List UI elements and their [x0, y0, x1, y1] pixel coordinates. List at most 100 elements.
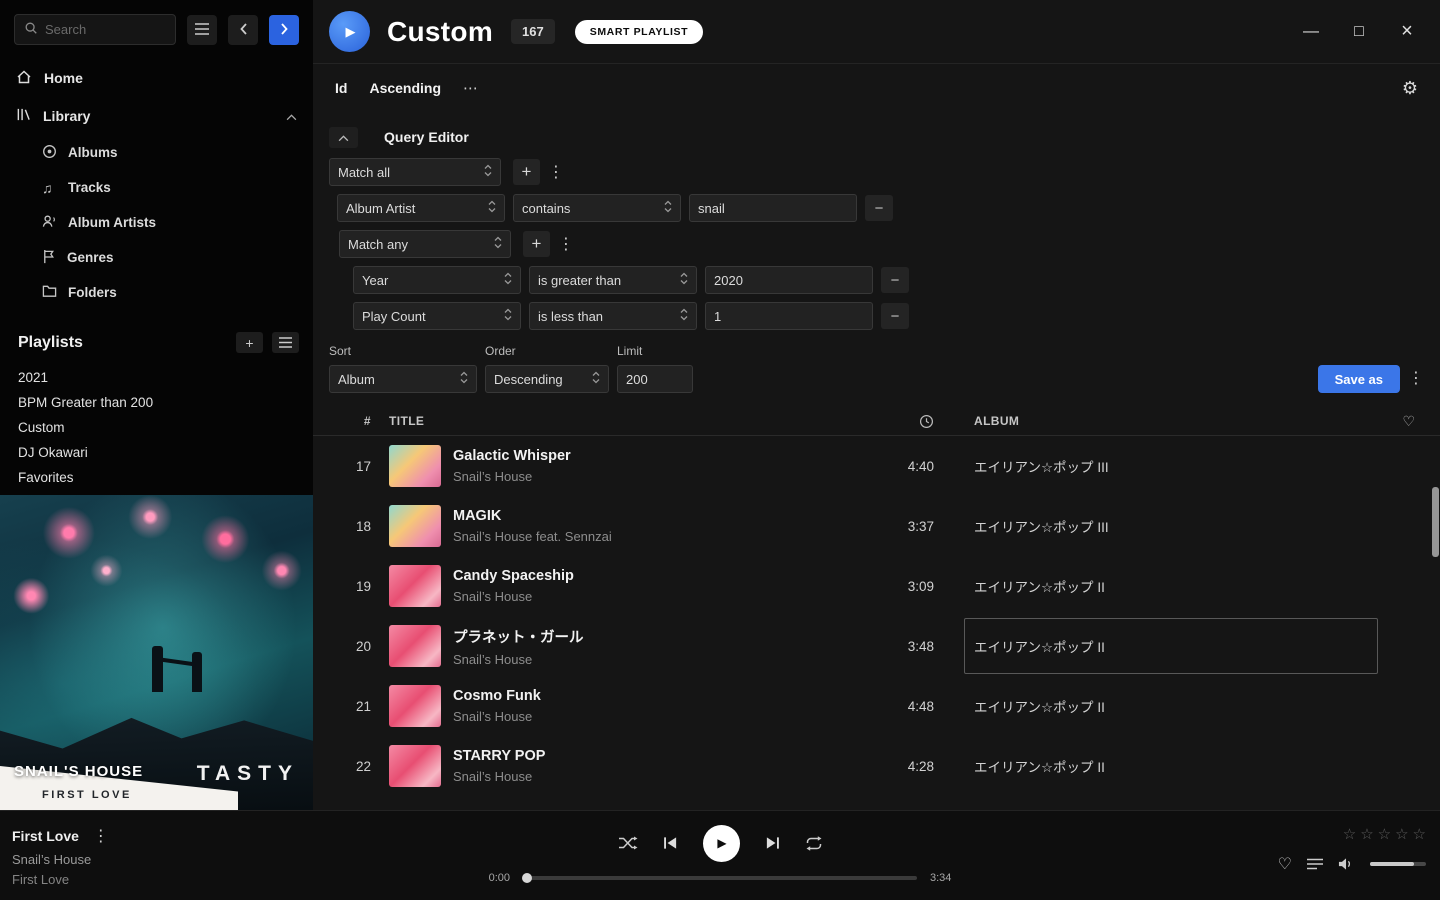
volume-icon[interactable] — [1338, 857, 1355, 871]
add-rule-button[interactable]: + — [523, 231, 550, 257]
match-type-select[interactable]: Match any — [339, 230, 511, 258]
gear-icon[interactable]: ⚙ — [1402, 78, 1418, 99]
playlist-item[interactable]: Favorites — [0, 465, 313, 490]
playlist-item[interactable]: Custom — [0, 415, 313, 440]
remove-rule-button[interactable]: − — [881, 303, 909, 329]
query-sort-select[interactable]: Album — [329, 365, 477, 393]
collapse-chevron-icon[interactable] — [286, 108, 297, 124]
close-button[interactable]: × — [1398, 20, 1416, 43]
column-album[interactable]: ALBUM — [938, 414, 1378, 428]
duration-column-clock-icon[interactable] — [858, 414, 938, 429]
track-duration: 4:28 — [858, 759, 938, 774]
save-as-button[interactable]: Save as — [1318, 365, 1400, 393]
repeat-button[interactable] — [805, 836, 823, 851]
column-number[interactable]: # — [313, 414, 389, 428]
sidebar-item-tracks[interactable]: ♫ Tracks — [0, 170, 313, 205]
playlist-list-button[interactable] — [272, 332, 299, 353]
playlist-item[interactable]: DJ Okawari — [0, 440, 313, 465]
track-duration: 4:48 — [858, 699, 938, 714]
sidebar: Home Library Albums ♫ Tracks — [0, 0, 313, 810]
star-icon[interactable]: ☆ — [1395, 825, 1408, 843]
player-center: ▶ 0:00 3:34 — [480, 823, 960, 884]
sidebar-item-album-artists[interactable]: Album Artists — [0, 205, 313, 240]
star-icon[interactable]: ☆ — [1378, 825, 1391, 843]
rule-value-input[interactable] — [705, 266, 873, 294]
save-menu-button[interactable]: ⋮ — [1408, 368, 1424, 388]
star-icon[interactable]: ☆ — [1413, 825, 1426, 843]
minimize-button[interactable]: — — [1302, 23, 1320, 41]
playlist-item[interactable]: BPM Greater than 200 — [0, 390, 313, 415]
table-row[interactable]: 21 Cosmo Funk Snail’s House 4:48 エイリアン☆ポ… — [313, 676, 1440, 736]
play-icon: ▶ — [717, 836, 726, 850]
track-album-focused-cell[interactable]: エイリアン☆ポップ II — [938, 616, 1378, 676]
remove-rule-button[interactable]: − — [865, 195, 893, 221]
play-playlist-button[interactable]: ▶ — [329, 11, 370, 52]
seek-handle[interactable] — [522, 873, 532, 883]
add-playlist-button[interactable]: + — [236, 332, 263, 353]
minus-icon: − — [891, 308, 900, 325]
nav-back-button[interactable] — [228, 15, 258, 45]
plus-icon: + — [245, 335, 253, 351]
playlist-header: ▶ Custom 167 SMART PLAYLIST — □ × — [313, 0, 1440, 64]
match-type-select[interactable]: Match all — [329, 158, 501, 186]
sidebar-item-library[interactable]: Library — [0, 97, 313, 135]
menu-button[interactable] — [187, 15, 217, 45]
sidebar-item-home[interactable]: Home — [0, 59, 313, 97]
sidebar-item-label: Folders — [68, 285, 117, 300]
table-row[interactable]: 22 STARRY POP Snail’s House 4:28 エイリアン☆ポ… — [313, 736, 1440, 796]
more-options-button[interactable]: ⋯ — [463, 79, 479, 97]
sidebar-item-albums[interactable]: Albums — [0, 135, 313, 170]
remove-rule-button[interactable]: − — [881, 267, 909, 293]
favorite-button[interactable]: ♡ — [1278, 854, 1292, 874]
nav-forward-button[interactable] — [269, 15, 299, 45]
rule-value-input[interactable] — [705, 302, 873, 330]
sidebar-item-folders[interactable]: Folders — [0, 275, 313, 310]
select-caret-icon — [460, 371, 468, 387]
star-icon[interactable]: ☆ — [1360, 825, 1373, 843]
table-row[interactable]: 18 MAGIK Snail’s House feat. Sennzai 3:3… — [313, 496, 1440, 556]
shuffle-button[interactable] — [618, 836, 638, 850]
select-value: Match any — [348, 237, 408, 252]
search-input[interactable] — [45, 22, 166, 37]
queue-button[interactable] — [1307, 858, 1323, 870]
group-menu-button[interactable]: ⋮ — [558, 234, 574, 254]
artwork-watermark: TASTY — [197, 762, 299, 786]
table-row[interactable]: 17 Galactic Whisper Snail’s House 4:40 エ… — [313, 436, 1440, 496]
favorite-column-heart-icon[interactable]: ♡ — [1378, 413, 1440, 430]
now-playing-menu-button[interactable]: ⋮ — [93, 826, 109, 846]
query-order-select[interactable]: Descending — [485, 365, 609, 393]
sidebar-item-label: Library — [43, 108, 90, 124]
rule-field-select[interactable]: Year — [353, 266, 521, 294]
select-caret-icon — [504, 308, 512, 324]
window-controls: — □ × — [1302, 20, 1424, 43]
rule-operator-select[interactable]: is less than — [529, 302, 697, 330]
table-row[interactable]: 20 プラネット・ガール Snail’s House 3:48 エイリアン☆ポッ… — [313, 616, 1440, 676]
playlist-item[interactable]: 2021 — [0, 365, 313, 390]
table-row[interactable]: 19 Candy Spaceship Snail’s House 3:09 エイ… — [313, 556, 1440, 616]
seek-slider[interactable] — [523, 876, 917, 880]
maximize-button[interactable]: □ — [1350, 23, 1368, 41]
limit-input[interactable] — [617, 365, 693, 393]
rule-field-select[interactable]: Album Artist — [337, 194, 505, 222]
scrollbar-thumb[interactable] — [1432, 487, 1439, 557]
smart-playlist-badge: SMART PLAYLIST — [575, 20, 703, 44]
next-track-button[interactable] — [765, 836, 780, 850]
play-pause-button[interactable]: ▶ — [703, 825, 740, 862]
sort-direction-button[interactable]: Ascending — [369, 80, 441, 96]
group-menu-button[interactable]: ⋮ — [548, 162, 564, 182]
query-editor-collapse-button[interactable] — [329, 127, 358, 148]
rule-operator-select[interactable]: is greater than — [529, 266, 697, 294]
star-icon[interactable]: ☆ — [1343, 825, 1356, 843]
artwork-figure — [152, 646, 163, 692]
select-caret-icon — [664, 200, 672, 216]
sort-field-button[interactable]: Id — [335, 80, 347, 96]
rule-value-input[interactable] — [689, 194, 857, 222]
sidebar-item-genres[interactable]: Genres — [0, 240, 313, 275]
previous-track-button[interactable] — [663, 836, 678, 850]
volume-slider[interactable] — [1370, 862, 1426, 866]
rule-operator-select[interactable]: contains — [513, 194, 681, 222]
search-box[interactable] — [14, 14, 176, 45]
add-rule-button[interactable]: + — [513, 159, 540, 185]
rule-field-select[interactable]: Play Count — [353, 302, 521, 330]
column-title[interactable]: TITLE — [389, 414, 858, 428]
